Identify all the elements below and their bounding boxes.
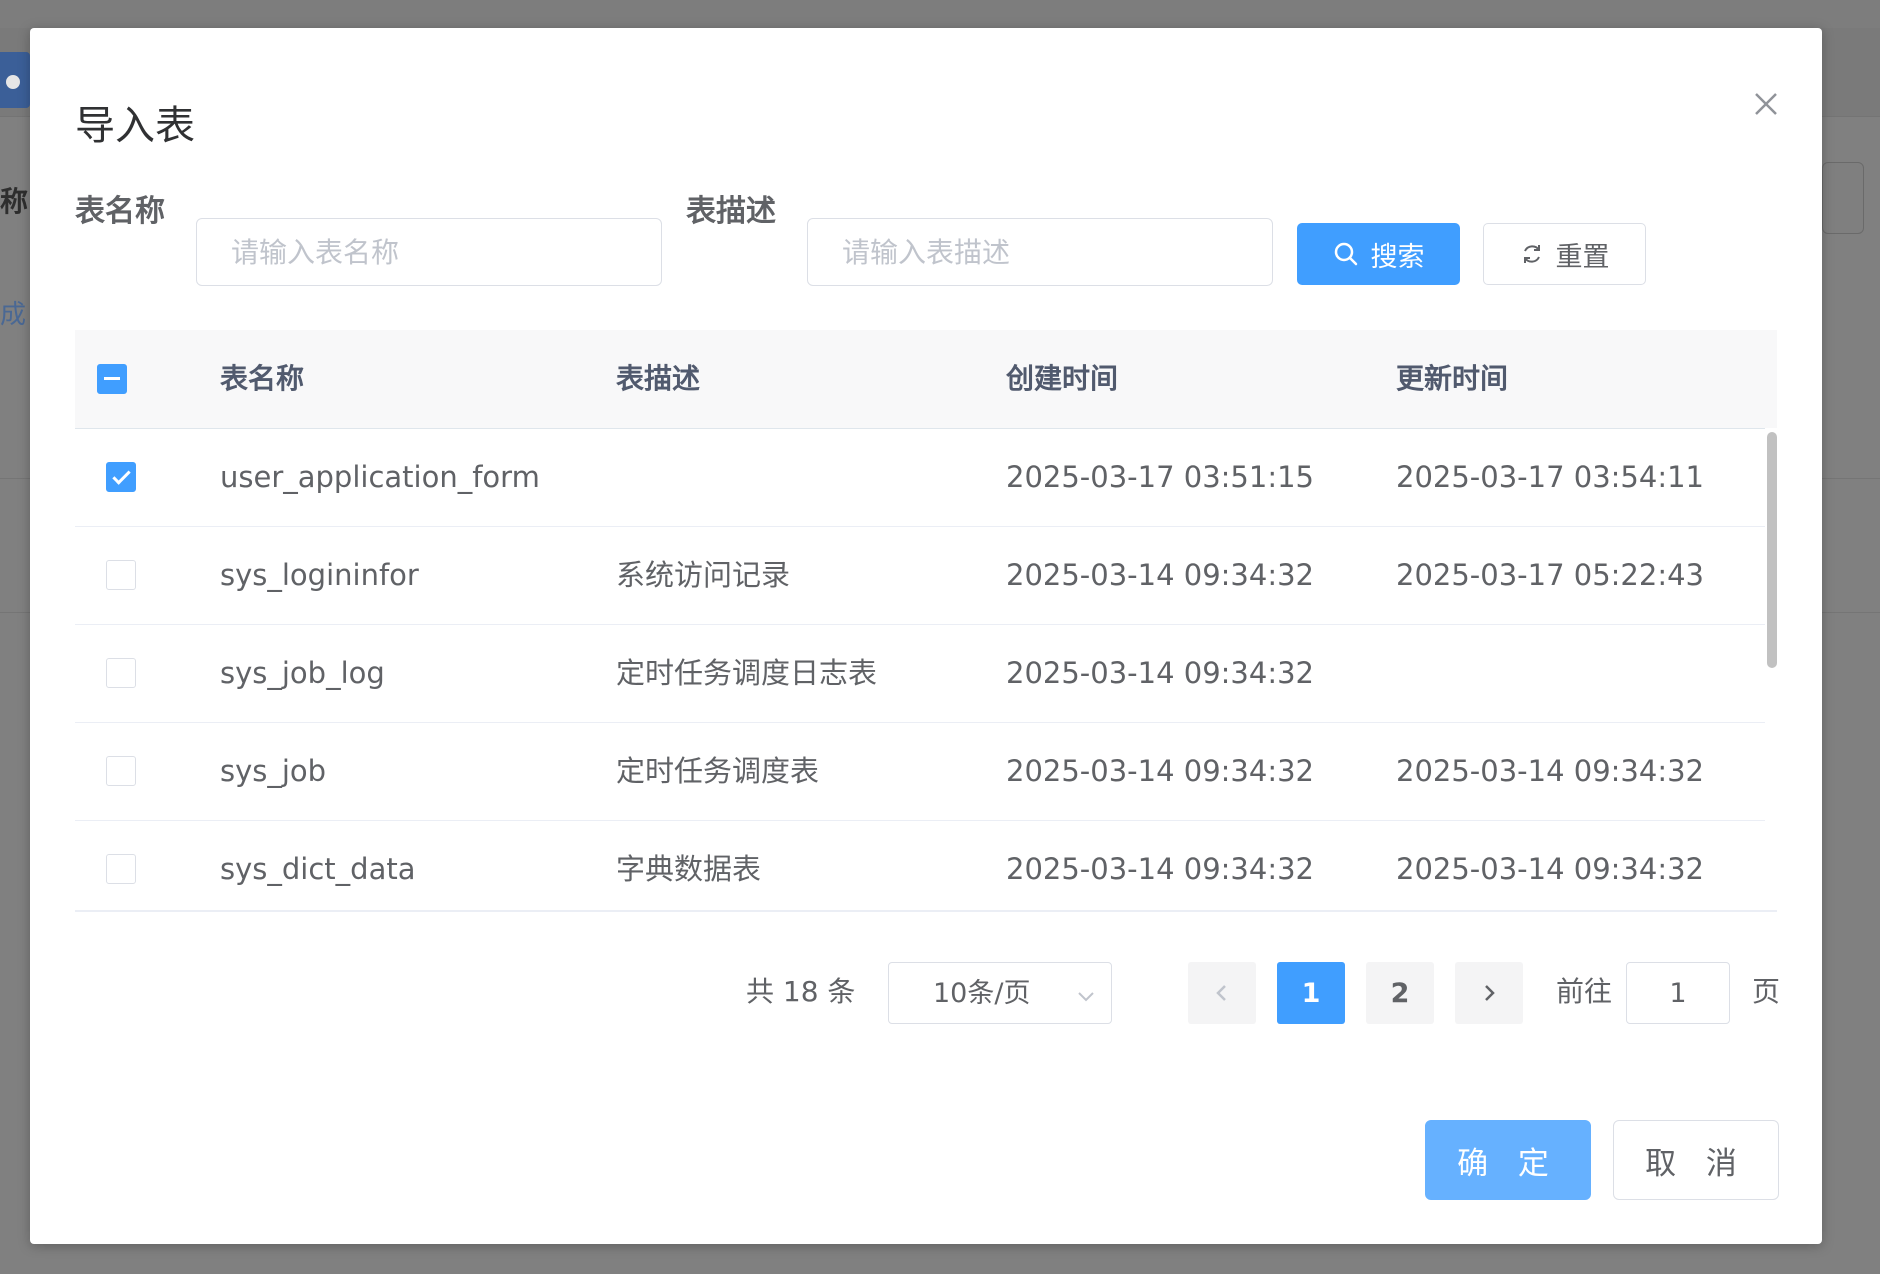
cell-table-desc: 系统访问记录 [616,558,791,592]
chevron-down-icon [1075,983,1097,1014]
cancel-button[interactable]: 取 消 [1613,1120,1779,1200]
search-icon [1333,241,1359,267]
cell-created-time: 2025-03-14 09:34:32 [1006,852,1314,886]
row-checkbox[interactable] [106,658,136,688]
goto-label: 前往 [1556,975,1613,1008]
dialog-title: 导入表 [75,103,195,149]
search-button-label: 搜索 [1370,241,1425,273]
row-checkbox[interactable] [106,854,136,884]
table-name-input[interactable] [196,218,662,286]
cell-table-name: sys_logininfor [220,558,419,592]
confirm-button[interactable]: 确 定 [1425,1120,1591,1200]
page-size-select[interactable]: 10条/页 [888,962,1112,1024]
page-button-1[interactable]: 1 [1277,962,1345,1024]
page-suffix-label: 页 [1752,975,1781,1008]
cell-table-desc: 定时任务调度日志表 [616,656,878,690]
goto-page-input[interactable] [1626,962,1730,1024]
cell-created-time: 2025-03-14 09:34:32 [1006,558,1314,592]
cell-created-time: 2025-03-14 09:34:32 [1006,754,1314,788]
table-desc-label: 表描述 [686,194,776,229]
prev-page-button[interactable] [1188,962,1256,1024]
table-bottom-border [75,910,1777,912]
cell-table-name: sys_job [220,754,327,788]
cell-table-name: user_application_form [220,460,540,494]
table-row[interactable]: sys_job 定时任务调度表 2025-03-14 09:34:32 2025… [75,722,1765,821]
table-row[interactable]: sys_job_log 定时任务调度日志表 2025-03-14 09:34:3… [75,624,1765,723]
column-header-updated-time: 更新时间 [1396,362,1509,395]
cell-table-name: sys_job_log [220,656,385,690]
table-header: 表名称 表描述 创建时间 更新时间 [75,330,1777,429]
table-row[interactable]: sys_dict_data 字典数据表 2025-03-14 09:34:32 … [75,820,1765,912]
cell-created-time: 2025-03-17 03:51:15 [1006,460,1314,494]
cell-updated-time: 2025-03-14 09:34:32 [1396,754,1704,788]
cell-table-desc: 字典数据表 [616,852,762,886]
row-checkbox[interactable] [106,756,136,786]
reset-button-label: 重置 [1555,241,1610,273]
column-header-table-desc: 表描述 [616,362,701,395]
reset-button[interactable]: 重置 [1483,223,1646,285]
row-checkbox[interactable] [106,462,136,492]
cell-updated-time: 2025-03-14 09:34:32 [1396,852,1704,886]
table-row[interactable]: user_application_form 2025-03-17 03:51:1… [75,428,1765,527]
chevron-left-icon [1216,985,1226,1001]
table-row[interactable]: sys_logininfor 系统访问记录 2025-03-14 09:34:3… [75,526,1765,625]
chevron-right-icon [1485,985,1495,1001]
cell-updated-time: 2025-03-17 05:22:43 [1396,558,1704,592]
close-button[interactable] [1740,78,1792,130]
page-button-2[interactable]: 2 [1366,962,1434,1024]
background-input-fragment [1822,162,1864,234]
select-all-checkbox[interactable] [97,364,127,394]
pagination-total: 共 18 条 [746,975,856,1008]
background-tab-dot [6,75,20,89]
table-list: 表名称 表描述 创建时间 更新时间 user_application_form … [75,330,1777,912]
cell-created-time: 2025-03-14 09:34:32 [1006,656,1314,690]
table-scrollbar-thumb[interactable] [1767,432,1777,668]
background-topbar [0,0,1880,28]
page-size-value: 10条/页 [933,978,1031,1009]
cell-updated-time: 2025-03-17 03:54:11 [1396,460,1704,494]
column-header-created-time: 创建时间 [1006,362,1119,395]
close-icon [1755,93,1777,115]
background-button-fragment: 成 [0,300,27,330]
search-button[interactable]: 搜索 [1297,223,1460,285]
column-header-table-name: 表名称 [220,362,305,395]
row-checkbox[interactable] [106,560,136,590]
next-page-button[interactable] [1455,962,1523,1024]
refresh-icon [1520,242,1544,266]
table-desc-input[interactable] [807,218,1273,286]
background-label-fragment: 称 [0,185,29,218]
table-name-label: 表名称 [75,194,165,229]
cell-table-desc: 定时任务调度表 [616,754,820,788]
import-table-dialog: 导入表 表名称 表描述 搜索 重置 [30,28,1822,1244]
cell-table-name: sys_dict_data [220,852,416,886]
